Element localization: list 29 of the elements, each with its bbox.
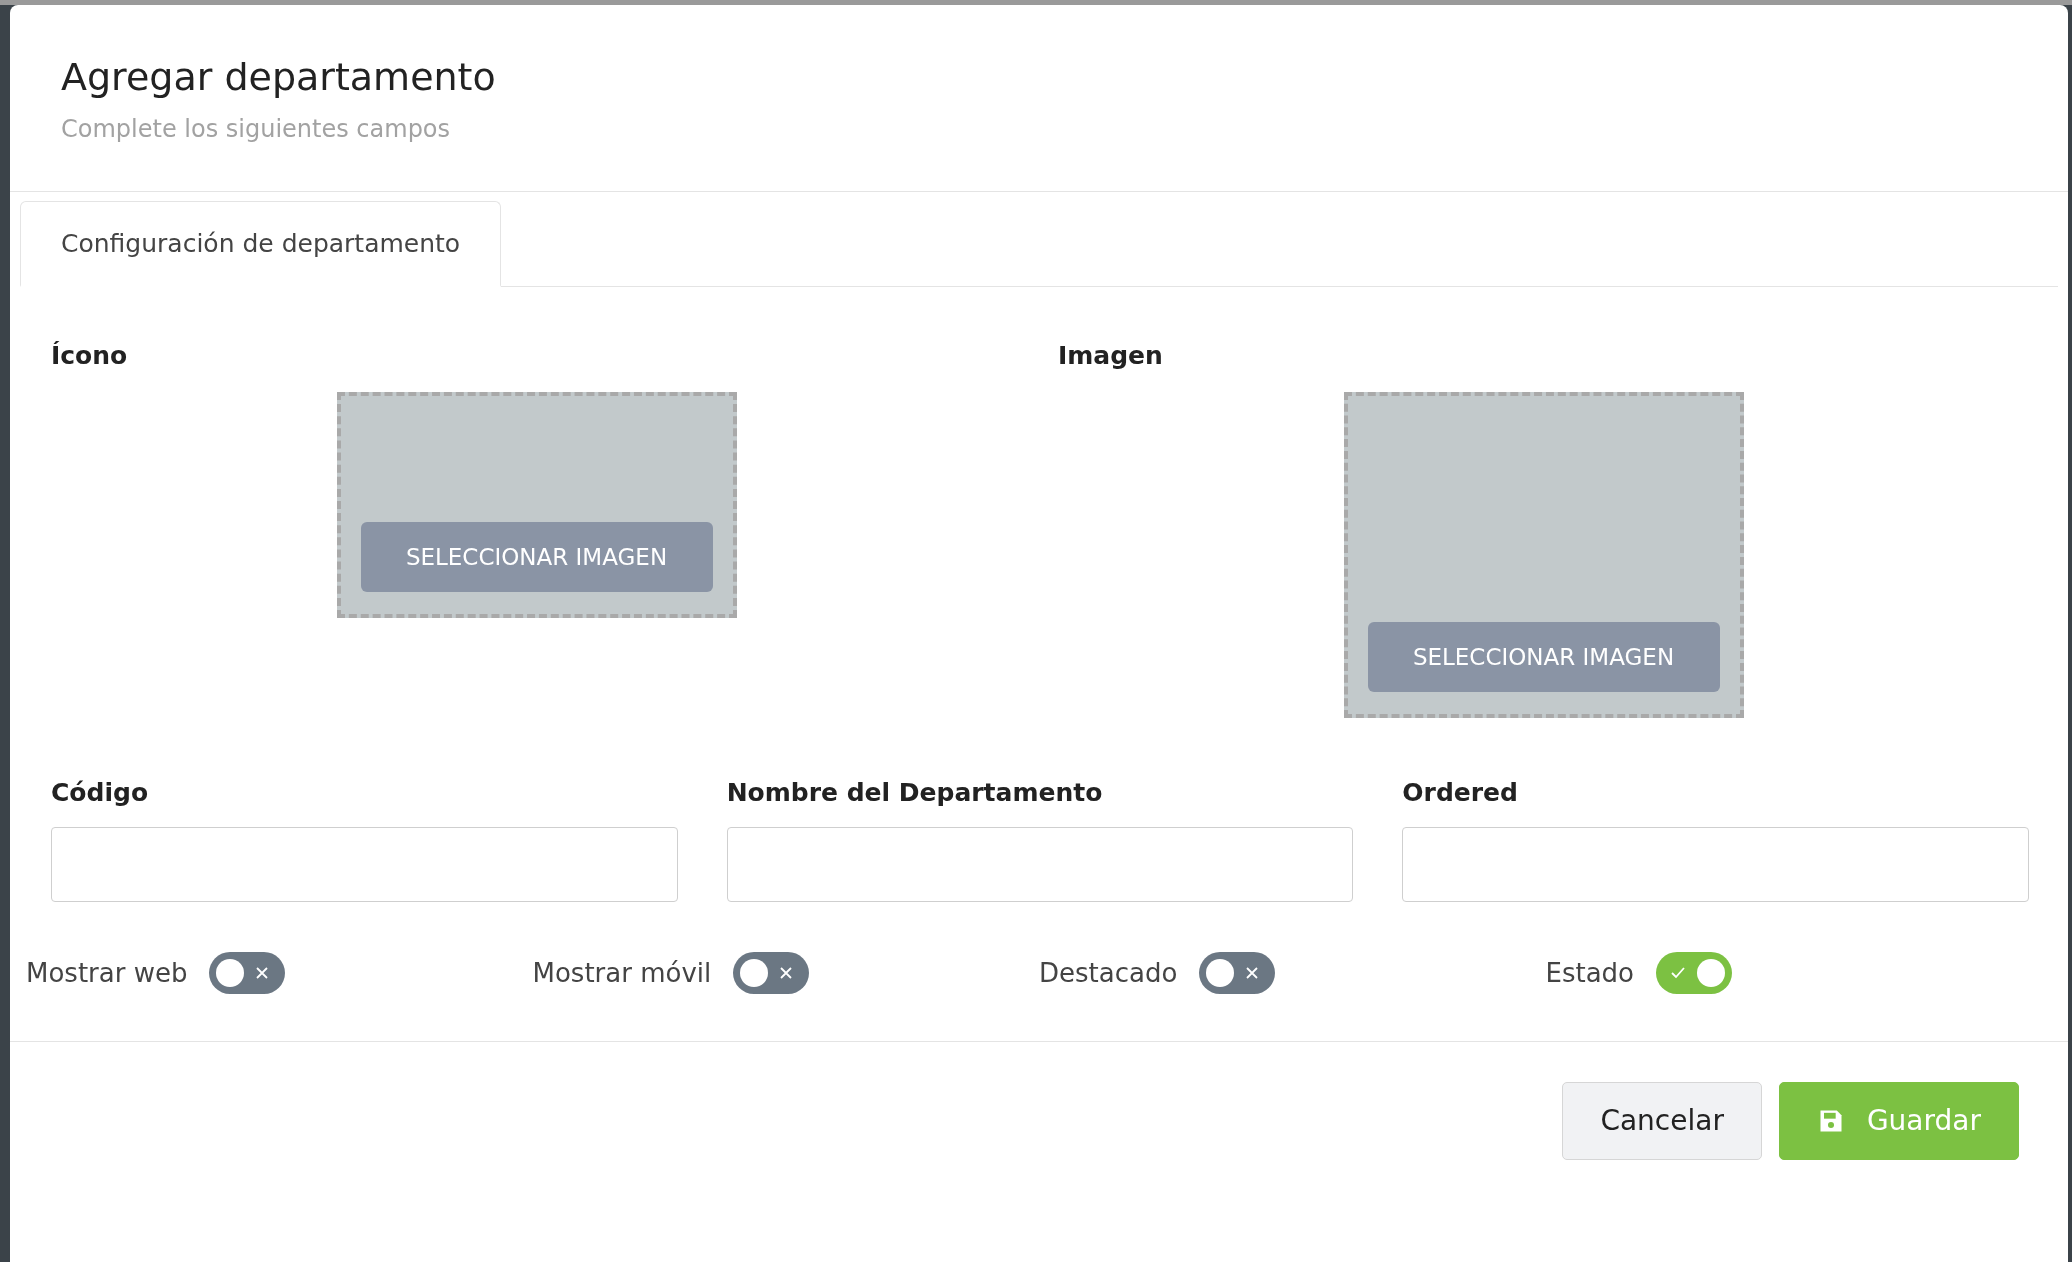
- save-button[interactable]: Guardar: [1778, 1081, 2019, 1160]
- toggle-label: Mostrar web: [26, 957, 188, 988]
- toggle-switch[interactable]: [209, 951, 286, 994]
- toggle-switch[interactable]: [1656, 951, 1732, 994]
- toggle-label: Destacado: [1039, 957, 1178, 988]
- field-label: Imagen: [1058, 339, 1164, 372]
- select-image-button[interactable]: SELECCIONAR IMAGEN: [1367, 621, 1720, 692]
- field-label: Ícono: [51, 339, 129, 372]
- field-label: Código: [51, 776, 150, 809]
- check-icon: [1670, 965, 1686, 980]
- image-dropzone[interactable]: SELECCIONAR IMAGEN: [1343, 391, 1744, 718]
- toggle-label: Estado: [1545, 957, 1634, 988]
- toggle-switch[interactable]: [733, 951, 810, 994]
- cancel-button[interactable]: Cancelar: [1562, 1081, 1762, 1160]
- input-field[interactable]: [726, 826, 1354, 902]
- dialog-subtitle: Complete los siguientes campos: [61, 115, 452, 143]
- dialog-title: Agregar departamento: [61, 54, 497, 101]
- input-field[interactable]: [1402, 826, 2029, 902]
- input-field[interactable]: [51, 826, 678, 902]
- close-icon: [779, 965, 794, 980]
- close-icon: [255, 965, 270, 980]
- select-image-button[interactable]: SELECCIONAR IMAGEN: [360, 521, 713, 592]
- toggle-label: Mostrar móvil: [532, 957, 712, 988]
- close-icon: [1245, 965, 1260, 980]
- field-label: Ordered: [1402, 776, 1519, 809]
- image-dropzone[interactable]: SELECCIONAR IMAGEN: [336, 391, 737, 618]
- tab[interactable]: Configuración de departamento: [20, 201, 502, 287]
- toggle-switch[interactable]: [1199, 951, 1276, 994]
- field-label: Nombre del Departamento: [726, 776, 1104, 809]
